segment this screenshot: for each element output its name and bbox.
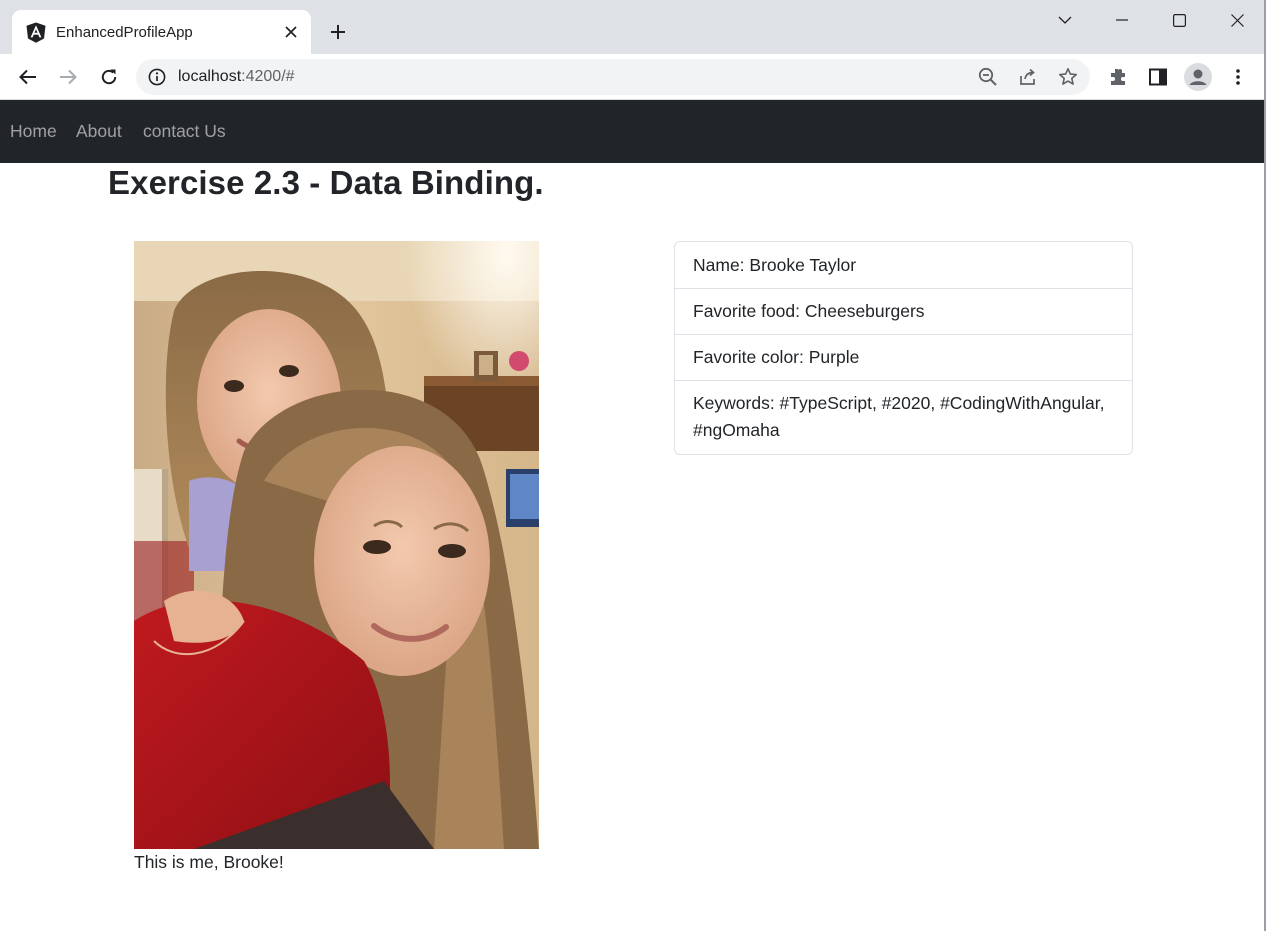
reload-icon[interactable]: [96, 64, 122, 90]
url-host: localhost: [178, 68, 242, 85]
profile-details-list: Name: Brooke Taylor Favorite food: Chees…: [674, 241, 1133, 455]
url-text[interactable]: localhost:4200/#: [178, 68, 295, 86]
maximize-icon[interactable]: [1161, 6, 1197, 34]
photo-caption: This is me, Brooke!: [134, 852, 284, 872]
list-item-favorite-food: Favorite food: Cheeseburgers: [675, 288, 1132, 334]
zoom-out-icon[interactable]: [978, 67, 998, 87]
browser-tab[interactable]: EnhancedProfileApp: [12, 10, 311, 54]
side-panel-icon[interactable]: [1145, 64, 1171, 90]
chevron-down-icon[interactable]: [1047, 6, 1083, 34]
url-path: :4200/#: [241, 68, 295, 85]
extensions-icon[interactable]: [1105, 64, 1131, 90]
kebab-menu-icon[interactable]: [1225, 64, 1251, 90]
minimize-icon[interactable]: [1104, 6, 1140, 34]
nav-link-contact-us[interactable]: contact Us: [143, 121, 226, 142]
list-item-favorite-color: Favorite color: Purple: [675, 334, 1132, 380]
address-bar[interactable]: localhost:4200/#: [136, 59, 1090, 95]
page-title: Exercise 2.3 - Data Binding.: [108, 164, 544, 201]
tab-title: EnhancedProfileApp: [56, 24, 193, 41]
star-icon[interactable]: [1058, 67, 1078, 87]
close-icon[interactable]: [282, 23, 300, 41]
close-window-icon[interactable]: [1219, 6, 1255, 34]
list-item-name: Name: Brooke Taylor: [693, 255, 857, 275]
angular-icon: [26, 22, 46, 43]
profile-photo: [134, 241, 539, 849]
list-item-keywords: Keywords: #TypeScript, #2020, #CodingWit…: [675, 380, 1132, 454]
plus-icon[interactable]: [325, 19, 351, 45]
navbar: Home About contact Us: [0, 100, 1266, 163]
browser-toolbar: localhost:4200/#: [0, 54, 1266, 100]
info-icon[interactable]: [148, 68, 166, 86]
forward-arrow-icon[interactable]: [55, 64, 81, 90]
profile-icon[interactable]: [1184, 63, 1212, 91]
nav-link-home[interactable]: Home: [10, 121, 57, 142]
share-icon[interactable]: [1018, 67, 1038, 87]
browser-titlebar: EnhancedProfileApp: [0, 0, 1266, 54]
nav-link-about[interactable]: About: [76, 121, 122, 142]
back-arrow-icon[interactable]: [15, 64, 41, 90]
